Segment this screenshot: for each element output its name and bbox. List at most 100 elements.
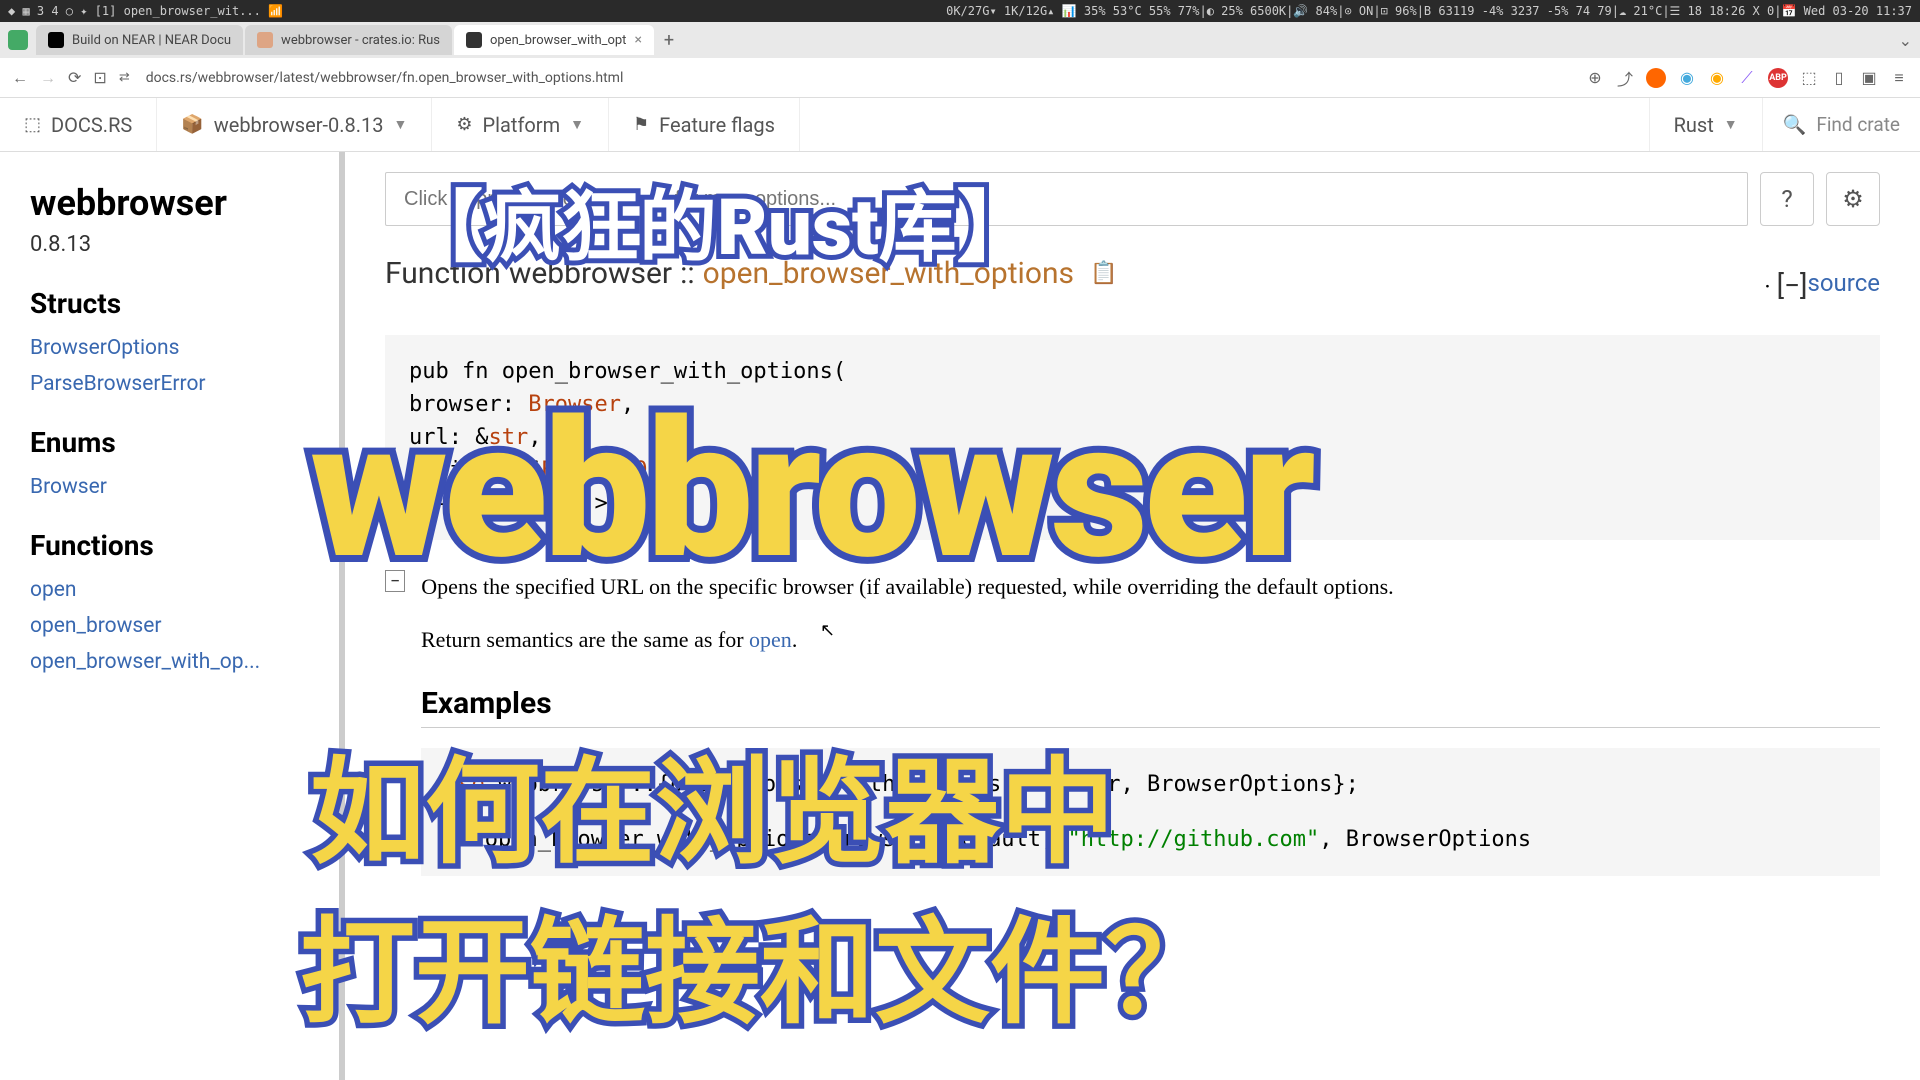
cube-icon: ⬚	[24, 114, 41, 135]
tab-docs-active[interactable]: open_browser_with_opt ×	[454, 25, 654, 55]
desc-text: Return semantics are the same as for	[421, 627, 749, 652]
menu-icon[interactable]: ≡	[1890, 69, 1908, 87]
ext2-icon[interactable]: ◉	[1708, 69, 1726, 87]
code-line: url: &	[409, 425, 488, 450]
app-icon[interactable]	[8, 30, 28, 50]
reload-button[interactable]: ⟳	[68, 68, 81, 87]
crate-label: webbrowser-0.8.13	[214, 113, 384, 137]
new-tab-button[interactable]: +	[656, 30, 682, 51]
sidepanel-icon[interactable]: ▯	[1830, 69, 1848, 87]
sidebar-link[interactable]: BrowserOptions	[30, 336, 309, 360]
close-icon[interactable]: ×	[634, 32, 641, 48]
crate-selector[interactable]: 📦 webbrowser-0.8.13 ▼	[157, 98, 432, 151]
sidebar-link[interactable]: open_browser	[30, 614, 309, 638]
mouse-cursor: ↖	[820, 620, 835, 641]
brave-shield-icon[interactable]	[1646, 68, 1666, 88]
description-text-2: Return semantics are the same as for ope…	[421, 623, 1880, 656]
tabs-menu-icon[interactable]: ⌄	[1899, 31, 1912, 50]
forward-button[interactable]: →	[40, 68, 56, 88]
sidebar-link[interactable]: Browser	[30, 475, 309, 499]
dot: ·	[1764, 273, 1776, 301]
tab-icon	[466, 32, 482, 48]
url-bar: ← → ⟳ ⊡ ⇄ docs.rs/webbrowser/latest/webb…	[0, 58, 1920, 98]
zoom-icon[interactable]: ⊕	[1586, 69, 1604, 87]
abp-icon[interactable]: ABP	[1768, 68, 1788, 88]
url-bar-icons: ⊕ ⤴ ◉ ◉ ⟋ ABP ⬚ ▯ ▣ ≡	[1586, 68, 1908, 88]
sidebar-heading: Structs	[30, 287, 309, 320]
tab-crates[interactable]: webbrowser - crates.io: Rus	[245, 25, 452, 55]
system-status-bar: ◆ ▦ 3 4 ○ ✦ [1] open_browser_wit... 📶 0K…	[0, 0, 1920, 22]
tab-icon	[257, 32, 273, 48]
flag-icon: ⚑	[633, 114, 649, 135]
main-layout: webbrowser 0.8.13 StructsBrowserOptionsP…	[0, 152, 1920, 1080]
lang-selector[interactable]: Rust ▼	[1649, 98, 1763, 151]
find-crate-search[interactable]: 🔍 Find crate	[1763, 113, 1920, 136]
platform-selector[interactable]: ⚙ Platform ▼	[432, 98, 609, 151]
type-link[interactable]: str	[488, 425, 528, 450]
chevron-down-icon: ▼	[1724, 116, 1738, 133]
tab-label: Build on NEAR | NEAR Docu	[72, 33, 231, 48]
toggle-button[interactable]: −	[385, 570, 405, 592]
ext3-icon[interactable]: ⟋	[1738, 69, 1756, 87]
code-line: pub fn open_browser_with_options(	[409, 355, 1856, 388]
search-placeholder: Find crate	[1816, 113, 1900, 136]
fn-keyword: Function	[385, 256, 501, 291]
tab-near[interactable]: Build on NEAR | NEAR Docu	[36, 25, 243, 55]
description-text: Opens the specified URL on the specific …	[421, 570, 1393, 603]
function-title: Function webbrowser::open_browser_with_o…	[385, 256, 1117, 291]
feature-flags-link[interactable]: ⚑ Feature flags	[609, 98, 800, 151]
code-line: , BrowserOptions	[1319, 827, 1531, 852]
code-line: options: &	[409, 458, 541, 483]
docs-home-link[interactable]: ⬚ DOCS.RS	[0, 98, 157, 151]
sidebar-heading: Enums	[30, 426, 309, 459]
cube-icon: 📦	[181, 114, 203, 135]
copy-icon[interactable]: 📋	[1090, 261, 1117, 286]
tab-icon	[48, 32, 64, 48]
sidebar-link[interactable]: open	[30, 578, 309, 602]
example-code-block: use webbrowser::{open_browser_with_optio…	[421, 748, 1880, 876]
kw: use	[445, 772, 498, 797]
back-button[interactable]: ←	[12, 68, 28, 88]
doc-search-input[interactable]	[385, 172, 1748, 226]
status-left: ◆ ▦ 3 4 ○ ✦ [1] open_browser_wit... 📶	[8, 4, 283, 18]
extensions-icon[interactable]: ⬚	[1800, 69, 1818, 87]
sidebar-link[interactable]: ParseBrowserError	[30, 372, 309, 396]
code-line: browser:	[409, 392, 528, 417]
type-link[interactable]: Browser	[528, 392, 621, 417]
source-link[interactable]: source	[1807, 269, 1880, 297]
collapse-toggle[interactable]: [−]	[1777, 269, 1808, 302]
platform-label: Platform	[483, 113, 561, 137]
code-line: <()>	[555, 491, 608, 516]
kw: if	[445, 827, 485, 852]
sidebar: webbrowser 0.8.13 StructsBrowserOptionsP…	[0, 152, 345, 1080]
wallet-icon[interactable]: ▣	[1860, 69, 1878, 87]
lang-label: Rust	[1674, 113, 1714, 137]
site-info-icon[interactable]: ⊡	[93, 68, 106, 87]
content-area: ? ⚙ Function webbrowser::open_browser_wi…	[345, 152, 1920, 1080]
separator: ::	[680, 256, 695, 291]
ext1-icon[interactable]: ◉	[1678, 69, 1696, 87]
tab-label: webbrowser - crates.io: Rus	[281, 33, 440, 48]
chevron-down-icon: ▼	[394, 116, 408, 133]
open-link[interactable]: open	[749, 627, 792, 652]
fn-name: open_browser_with_options	[703, 256, 1074, 291]
docs-home-label: DOCS.RS	[51, 113, 132, 137]
code-line: open_browser_with_options(Browser::Defau…	[485, 827, 1068, 852]
share-icon[interactable]: ⤴	[1616, 69, 1634, 87]
string: "http://github.com"	[1068, 827, 1320, 852]
gears-icon: ⚙	[456, 114, 472, 135]
examples-heading: Examples	[421, 686, 1880, 728]
sidebar-link[interactable]: open_browser_with_op...	[30, 650, 309, 674]
url-input[interactable]: docs.rs/webbrowser/latest/webbrowser/fn.…	[142, 66, 1574, 90]
settings-button[interactable]: ⚙	[1826, 172, 1880, 226]
status-right: 0K/27G▾ 1K/12G▴ 📊 35% 53°C 55% 77%|◐ 25%…	[946, 4, 1912, 18]
tab-label: open_browser_with_opt	[490, 33, 626, 48]
connection-icon[interactable]: ⇄	[119, 70, 130, 85]
type-link[interactable]: Result	[475, 491, 554, 516]
crate-link[interactable]: webbrowser	[509, 256, 672, 291]
crate-title: webbrowser	[30, 182, 309, 224]
docs-nav-bar: ⬚ DOCS.RS 📦 webbrowser-0.8.13 ▼ ⚙ Platfo…	[0, 98, 1920, 152]
help-button[interactable]: ?	[1760, 172, 1814, 226]
type-link[interactable]: BrowserOptions	[541, 458, 726, 483]
source-collapse: source · [−]	[1764, 269, 1880, 302]
